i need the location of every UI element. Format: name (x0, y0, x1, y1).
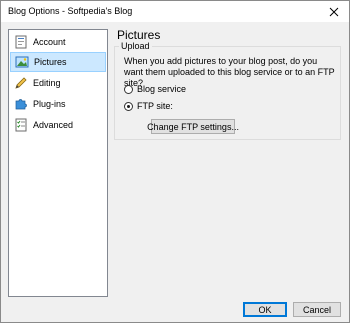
window-title: Blog Options - Softpedia's Blog (8, 6, 133, 16)
ftp-site-option[interactable]: FTP site: (124, 100, 173, 112)
sidebar-item-label: Advanced (33, 120, 74, 130)
sidebar-item-account[interactable]: Account (10, 32, 106, 52)
sidebar-item-editing[interactable]: Editing (10, 73, 106, 93)
sidebar-item-pictures[interactable]: Pictures (10, 52, 106, 72)
sidebar-item-label: Account (33, 37, 66, 47)
change-ftp-settings-button[interactable]: Change FTP settings... (147, 119, 239, 134)
puzzle-icon (13, 96, 29, 112)
blog-service-label[interactable]: Blog service (137, 84, 186, 94)
title-bar[interactable]: Blog Options - Softpedia's Blog (1, 1, 349, 22)
sidebar-item-label: Pictures (34, 57, 67, 67)
close-icon (329, 7, 339, 16)
sidebar-item-plug-ins[interactable]: Plug-ins (10, 94, 106, 114)
pencil-icon (13, 75, 29, 91)
checklist-icon (13, 117, 29, 133)
ftp-site-radio[interactable] (124, 101, 133, 111)
pictures-icon (14, 54, 30, 70)
account-icon (13, 34, 29, 50)
ftp-site-label[interactable]: FTP site: (137, 101, 173, 111)
sidebar-item-label: Editing (33, 78, 61, 88)
ok-button[interactable]: OK (243, 302, 287, 317)
blog-options-dialog: Blog Options - Softpedia's Blog Account (0, 0, 350, 323)
blog-service-radio[interactable] (124, 84, 133, 94)
page-title: Pictures (117, 28, 161, 42)
sidebar-item-label: Plug-ins (33, 99, 66, 109)
cancel-button[interactable]: Cancel (293, 302, 341, 317)
blog-service-option[interactable]: Blog service (124, 83, 186, 95)
options-sidebar: Account Pictures Editing Plug-ins Advanc… (8, 29, 108, 297)
sidebar-item-advanced[interactable]: Advanced (10, 115, 106, 135)
upload-group-label: Upload (119, 41, 152, 51)
close-button[interactable] (319, 1, 349, 22)
